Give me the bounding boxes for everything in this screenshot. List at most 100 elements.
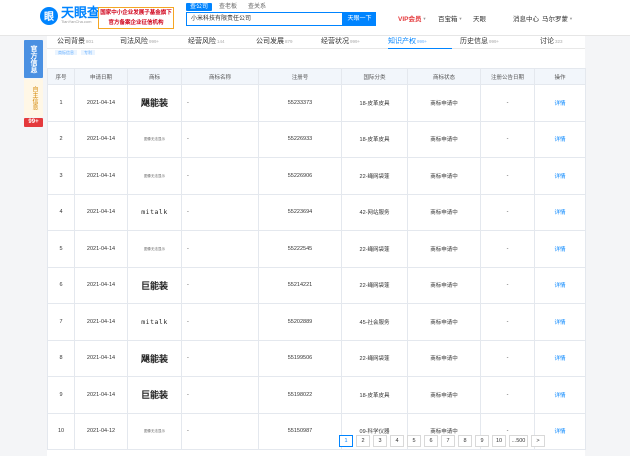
detail-link[interactable]: 详情 xyxy=(534,266,586,304)
tab-discussion[interactable]: 讨论323 xyxy=(524,36,564,49)
tab-count: 999+ xyxy=(350,39,361,44)
header-pub-date: 注册公告日期 xyxy=(480,68,535,85)
detail-link-text[interactable]: 详情 xyxy=(554,356,565,362)
detail-link-text[interactable]: 详情 xyxy=(554,283,565,289)
table-row: 9 2021-04-14 巨能装 - 55198022 18-皮革皮具 商标申请中 - 详情 xyxy=(47,376,586,414)
international-class: 22-绳网袋蓬 xyxy=(341,157,408,195)
nav-tianyan[interactable]: 天眼 xyxy=(473,13,513,23)
detail-link[interactable]: 详情 xyxy=(534,120,586,158)
registration-number-text: 55214221 xyxy=(287,282,313,289)
detail-link[interactable]: 详情 xyxy=(534,157,586,195)
trademark-name-text: - xyxy=(187,209,189,216)
application-date-text: 2021-04-14 xyxy=(86,391,116,398)
nav-user[interactable]: 马尔罗蒙 ▼ xyxy=(542,13,582,24)
page-button[interactable]: 9 xyxy=(475,435,489,447)
tab-legal-risk[interactable]: 司法风险999+ xyxy=(120,36,188,49)
trademark-image-text: 飓能装 xyxy=(140,353,168,364)
nav-user-label: 马尔罗蒙 xyxy=(542,16,568,23)
nav-messages[interactable]: 消息中心 xyxy=(513,13,542,23)
sidebar-tab-official[interactable]: 官方信息 xyxy=(24,40,43,78)
search-tab-boss[interactable]: 查老板 xyxy=(215,3,241,11)
chevron-down-icon: ▼ xyxy=(422,15,427,21)
page-button[interactable]: 5 xyxy=(407,435,421,447)
page-button[interactable]: 7 xyxy=(441,435,455,447)
detail-link[interactable]: 详情 xyxy=(534,376,586,414)
trademark-name: - xyxy=(181,266,259,304)
search-tab-company[interactable]: 查公司 xyxy=(186,3,213,11)
detail-link-text[interactable]: 详情 xyxy=(554,247,565,253)
search-tab-relation[interactable]: 查关系 xyxy=(244,3,270,11)
tab-history[interactable]: 历史信息999+ xyxy=(452,36,524,49)
international-class-text: 22-绳网袋蓬 xyxy=(359,246,390,253)
trademark-name-text: - xyxy=(187,428,189,435)
row-number: 1 xyxy=(47,84,75,122)
application-date: 2021-04-14 xyxy=(74,193,128,231)
publication-date: - xyxy=(480,157,535,195)
detail-link-text[interactable]: 详情 xyxy=(554,101,565,107)
detail-link[interactable]: 详情 xyxy=(534,339,586,377)
page-button[interactable]: 4 xyxy=(390,435,404,447)
tab-intellectual-property[interactable]: 知识产权999+ xyxy=(388,36,452,49)
page-button[interactable]: 8 xyxy=(458,435,472,447)
tab-count: 999+ xyxy=(417,39,428,44)
detail-link-text[interactable]: 详情 xyxy=(554,320,565,326)
next-page-button[interactable]: > xyxy=(531,435,545,447)
header-no: 序号 xyxy=(47,68,75,85)
international-class-text: 22-绳网袋蓬 xyxy=(359,173,390,180)
trademark-name-text: - xyxy=(187,391,189,398)
table-row: 1 2021-04-14 飓能装 - 55233373 18-皮革皮具 商标申请中 - 详情 xyxy=(47,84,586,122)
trademark-image: 图像无法显示 xyxy=(127,157,182,195)
logo[interactable]: 眼 天眼查 TianYanCha.com xyxy=(40,6,100,25)
registration-number-text: 55223694 xyxy=(287,209,313,216)
trademark-status-text: 商标申请中 xyxy=(430,137,458,144)
tab-background[interactable]: 公司背景801 xyxy=(57,36,120,49)
publication-date: - xyxy=(480,84,535,122)
sidebar-tab-self[interactable]: 自主信息 xyxy=(24,79,43,117)
trademark-name: - xyxy=(181,412,259,450)
detail-link[interactable]: 详情 xyxy=(534,303,586,341)
tab-operations[interactable]: 经营状况999+ xyxy=(321,36,388,49)
registration-number: 55150987 xyxy=(258,412,342,450)
detail-link[interactable]: 详情 xyxy=(534,193,586,231)
page-button[interactable]: 6 xyxy=(424,435,438,447)
page-button[interactable]: ...500 xyxy=(509,435,528,447)
international-class: 18-皮革皮具 xyxy=(341,376,408,414)
tab-business-risk[interactable]: 经营风险144 xyxy=(188,36,256,49)
trademark-image: 图像无法显示 xyxy=(127,230,182,268)
detail-link-text[interactable]: 详情 xyxy=(554,174,565,180)
trademark-image-text: 图像无法显示 xyxy=(144,137,165,142)
application-date: 2021-04-14 xyxy=(74,376,128,414)
international-class: 18-皮革皮具 xyxy=(341,84,408,122)
registration-number-text: 55202889 xyxy=(287,318,313,325)
nav-app-label: 百宝箱 xyxy=(438,16,458,23)
nav-vip[interactable]: VIP会员 ▼ xyxy=(398,13,438,24)
logo-icon: 眼 xyxy=(40,6,58,25)
table-row: 5 2021-04-14 图像无法显示 - 55222545 22-绳网袋蓬 商标申请中 - 详… xyxy=(47,230,586,268)
search-button[interactable]: 天眼一下 xyxy=(343,12,376,26)
page-button[interactable]: 1 xyxy=(339,435,353,447)
detail-link[interactable]: 详情 xyxy=(534,230,586,268)
nav-app[interactable]: 百宝箱 ▼ xyxy=(438,13,473,24)
detail-link-text[interactable]: 详情 xyxy=(554,137,565,143)
international-class: 22-绳网袋蓬 xyxy=(341,266,408,304)
subtab-trademark[interactable]: 商标信息 xyxy=(55,50,77,55)
page-button[interactable]: 3 xyxy=(373,435,387,447)
promo-banner[interactable]: 国家中小企业发展子基金旗下 官方备案企业征信机构 xyxy=(98,7,174,29)
search-input[interactable]: 小米科技有限责任公司 xyxy=(186,12,343,26)
subtab-patent[interactable]: 专利 xyxy=(81,50,95,55)
page-button[interactable]: 10 xyxy=(492,435,506,447)
detail-link-text[interactable]: 详情 xyxy=(554,429,565,435)
detail-link-text[interactable]: 详情 xyxy=(554,210,565,216)
tab-development[interactable]: 公司发展879 xyxy=(256,36,321,49)
page-button[interactable]: 2 xyxy=(356,435,370,447)
international-class-text: 22-绳网袋蓬 xyxy=(359,356,390,363)
table-body: 1 2021-04-14 飓能装 -55233373 18-皮革皮具 商标申请中 - 详情 2 2… xyxy=(47,84,586,450)
header-action: 操作 xyxy=(534,68,586,85)
row-number-text: 6 xyxy=(59,282,63,289)
detail-link[interactable]: 详情 xyxy=(534,84,586,122)
trademark-name: - xyxy=(181,303,259,341)
tab-label: 公司发展 xyxy=(256,38,284,45)
international-class-text: 18-皮革皮具 xyxy=(359,100,390,107)
detail-link-text[interactable]: 详情 xyxy=(554,393,565,399)
registration-number: 55214221 xyxy=(258,266,342,304)
